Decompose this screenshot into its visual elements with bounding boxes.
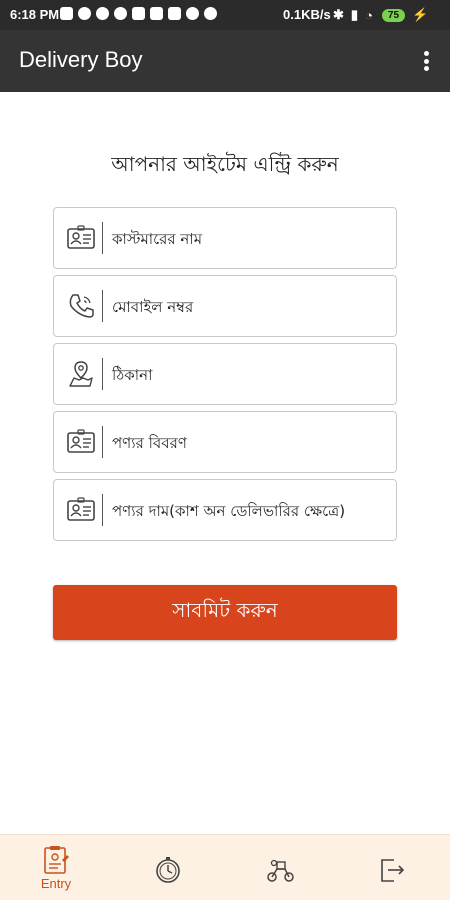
nav-label-entry: Entry [40, 876, 72, 891]
status-time: 6:18 PM [10, 7, 60, 22]
media-icon [132, 7, 145, 20]
field-divider [102, 358, 103, 390]
customer-name-label: কাস্টমারের নাম [112, 230, 203, 248]
id-card-icon [67, 429, 95, 453]
customer-name-field[interactable]: কাস্টমারের নাম [53, 207, 397, 269]
more-vert-icon[interactable] [416, 48, 436, 74]
bluetooth-icon: ✱ [333, 7, 344, 22]
product-description-label: পণ্যর বিবরণ [112, 434, 187, 452]
field-divider [102, 290, 103, 322]
field-divider [102, 222, 103, 254]
app-title: Delivery Boy [19, 47, 143, 72]
chat-icon [60, 7, 73, 20]
nav-item-timer[interactable] [112, 835, 224, 900]
notification-icon [168, 7, 181, 20]
submit-button-label: সাবমিট করুন [172, 598, 278, 622]
product-price-field[interactable]: পণ্যর দাম(কাশ অন ডেলিভারির ক্ষেত্রে) [53, 479, 397, 541]
address-label: ঠিকানা [112, 366, 153, 384]
skype-icon [114, 7, 127, 20]
phone-icon [69, 294, 94, 318]
signal-icon: ▮ [350, 7, 359, 22]
pinterest-icon [204, 7, 217, 20]
system-icons: ✱ ▮ ◔ 75 ⚡ [333, 7, 428, 23]
address-field[interactable]: ঠিকানা [53, 343, 397, 405]
field-divider [102, 426, 103, 458]
entry-form-icon [44, 846, 69, 874]
network-speed: 0.1KB/s [283, 7, 331, 22]
notification-icons [60, 7, 217, 20]
nav-item-logout[interactable] [336, 835, 448, 900]
battery-level: 75 [381, 8, 406, 22]
form-heading: আপনার আইটেম এন্ট্রি করুন [111, 152, 339, 176]
charging-icon: ⚡ [412, 7, 429, 22]
nav-item-entry[interactable]: Entry [0, 835, 112, 900]
phone-icon [186, 7, 199, 20]
status-bar: 6:18 PM 0.1KB/s ✱ ▮ ◔ 75 ⚡ [0, 0, 450, 30]
product-description-field[interactable]: পণ্যর বিবরণ [53, 411, 397, 473]
sim-icon [150, 7, 163, 20]
app-bar: Delivery Boy [0, 30, 450, 92]
product-price-label: পণ্যর দাম(কাশ অন ডেলিভারির ক্ষেত্রে) [112, 502, 346, 520]
submit-button[interactable]: সাবমিট করুন [53, 585, 397, 640]
logout-icon [381, 859, 405, 882]
bottom-nav: Entry [0, 834, 450, 900]
field-divider [102, 494, 103, 526]
timer-icon [156, 857, 180, 883]
nav-item-delivery[interactable] [224, 835, 336, 900]
skype-icon [96, 7, 109, 20]
mobile-number-label: মোবাইল নম্বর [112, 298, 194, 316]
id-card-icon [67, 225, 95, 249]
delivery-scooter-icon [267, 859, 294, 882]
id-card-icon [67, 497, 95, 521]
skype-icon [78, 7, 91, 20]
wifi-icon: ◔ [365, 7, 373, 23]
mobile-number-field[interactable]: মোবাইল নম্বর [53, 275, 397, 337]
map-pin-icon [69, 361, 93, 387]
